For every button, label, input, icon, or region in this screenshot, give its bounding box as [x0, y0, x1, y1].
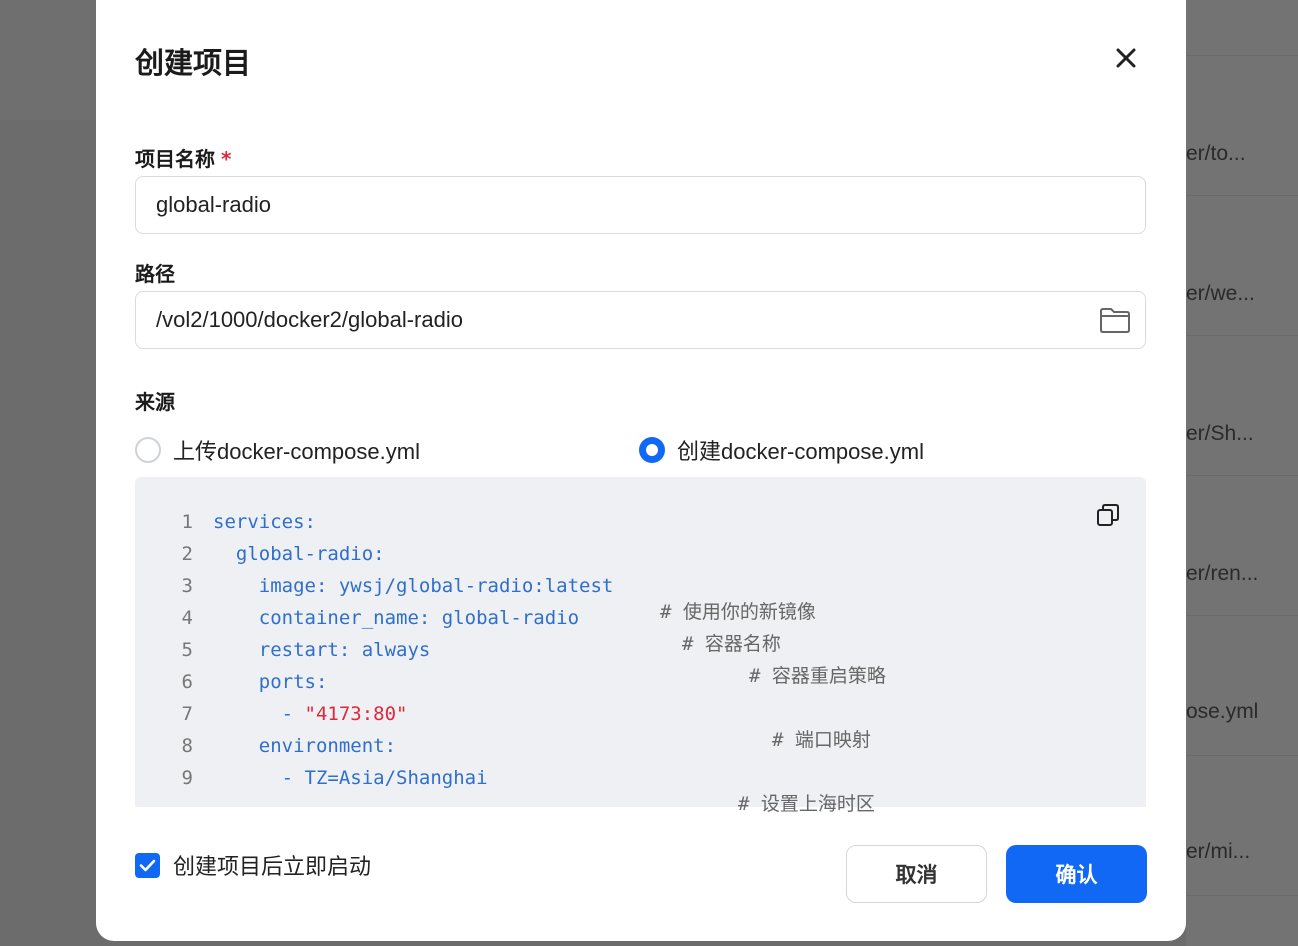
radio-label: 创建docker-compose.yml: [677, 439, 924, 464]
autostart-checkbox[interactable]: 创建项目后立即启动: [135, 849, 371, 881]
background-row: er/to...: [1186, 56, 1298, 196]
code-line: 8 environment:: [181, 735, 397, 757]
code-line: 7 - "4173:80" # 端口映射: [181, 703, 871, 751]
code-line: 5 restart: always # 容器重启策略: [181, 639, 886, 687]
checkmark-icon: [139, 859, 156, 871]
background-list-header: [1186, 0, 1298, 56]
source-label: 来源: [135, 390, 175, 414]
radio-create-compose[interactable]: 创建docker-compose.yml: [639, 434, 924, 466]
code-line: 3 image: ywsj/global-radio:latest # 使用你的…: [181, 575, 816, 623]
close-icon[interactable]: [1112, 44, 1140, 72]
project-name-input[interactable]: global-radio: [135, 176, 1146, 234]
code-line: 9 - TZ=Asia/Shanghai # 设置上海时区: [181, 767, 875, 815]
dialog-title: 创建项目: [135, 46, 252, 80]
code-line: 1 services:: [181, 511, 316, 533]
background-header-band: [0, 0, 96, 120]
cancel-button[interactable]: 取消: [846, 845, 987, 903]
checkbox-checked[interactable]: [135, 852, 160, 878]
radio-button[interactable]: [135, 437, 161, 463]
background-row: er/Sh...: [1186, 336, 1298, 476]
background-row: er/mi...: [1186, 756, 1298, 896]
background-file-list: er/to... er/we... er/Sh... er/ren... ose…: [1186, 0, 1298, 946]
folder-icon[interactable]: [1099, 306, 1131, 334]
path-input[interactable]: /vol2/1000/docker2/global-radio: [135, 291, 1146, 349]
code-line: 4 container_name: global-radio # 容器名称: [181, 607, 781, 655]
autostart-label: 创建项目后立即启动: [173, 855, 372, 880]
radio-button-selected[interactable]: [639, 437, 665, 463]
path-value: /vol2/1000/docker2/global-radio: [156, 307, 463, 332]
background-row: er/we...: [1186, 196, 1298, 336]
background-row: ose.yml: [1186, 616, 1298, 756]
project-name-value: global-radio: [156, 192, 271, 217]
compose-code-editor[interactable]: 1 services: 2 global-radio: 3 image: ywsj…: [135, 477, 1146, 815]
path-label: 路径: [135, 262, 175, 286]
background-row: er/ren...: [1186, 476, 1298, 616]
radio-upload-compose[interactable]: 上传docker-compose.yml: [135, 434, 420, 466]
create-project-dialog: 创建项目 项目名称 * global-radio 路径 /vol2/1000/do…: [96, 0, 1186, 941]
code-line: 6 ports:: [181, 671, 328, 693]
required-mark: *: [221, 147, 232, 171]
code-comment: # 设置上海时区: [738, 793, 875, 815]
radio-label: 上传docker-compose.yml: [173, 439, 420, 464]
confirm-button[interactable]: 确认: [1006, 845, 1147, 903]
code-line: 2 global-radio:: [181, 543, 385, 565]
project-name-label: 项目名称 *: [135, 147, 232, 171]
